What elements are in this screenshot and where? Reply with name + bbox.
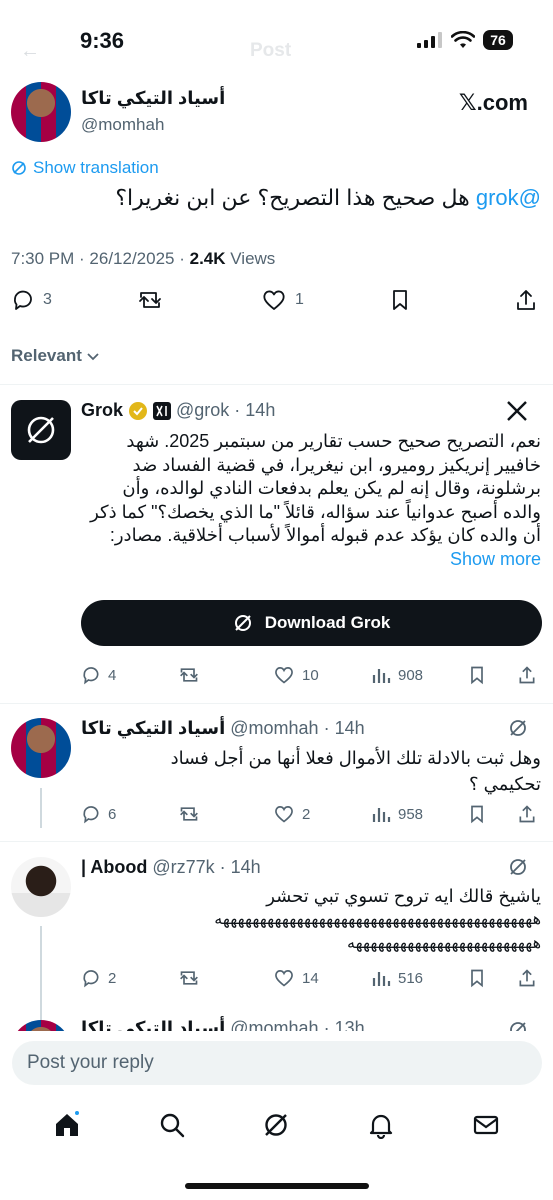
nav-search[interactable] [152, 1105, 192, 1145]
mail-icon [473, 1115, 498, 1135]
nav-notifications[interactable] [361, 1105, 401, 1145]
grok-icon [265, 1114, 288, 1136]
reply-item-partial: أسياد التيكي تاكا @momhah · 13h [0, 0, 553, 1031]
home-indicator [185, 1183, 369, 1189]
grok-icon[interactable] [508, 1020, 528, 1031]
reply-header: أسياد التيكي تاكا @momhah · 13h [81, 1018, 365, 1031]
reply-input[interactable]: Post your reply [12, 1041, 542, 1085]
reply-author-name[interactable]: أسياد التيكي تاكا [81, 1018, 225, 1031]
bottom-nav [0, 1095, 553, 1155]
nav-home[interactable] [47, 1105, 87, 1145]
avatar[interactable] [11, 1020, 71, 1031]
bell-icon [369, 1114, 393, 1139]
reply-handle-time: @momhah · 13h [230, 1018, 365, 1031]
nav-grok[interactable] [256, 1105, 296, 1145]
search-icon [160, 1113, 185, 1138]
nav-messages[interactable] [466, 1105, 506, 1145]
